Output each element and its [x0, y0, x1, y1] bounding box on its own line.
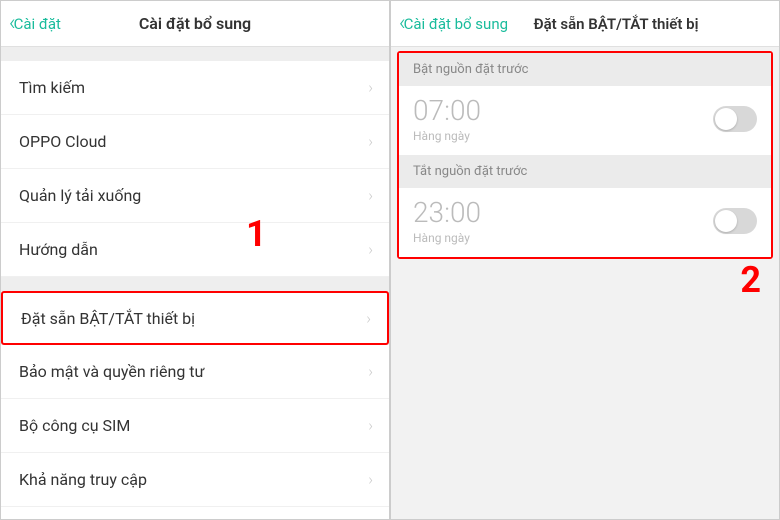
list-item-label: Quản lý tải xuống [19, 186, 141, 205]
section-header-power-on: Bật nguồn đặt trước [399, 53, 771, 86]
back-label: Cài đặt [14, 15, 61, 33]
chevron-right-icon: › [368, 78, 373, 97]
power-on-row[interactable]: 07:00 Hàng ngày [399, 86, 771, 155]
list-item-privacy[interactable]: Bảo mật và quyền riêng tư › [1, 345, 389, 399]
page-title: Đặt sẵn BẬT/TẮT thiết bị [534, 15, 699, 33]
chevron-right-icon: › [366, 309, 371, 328]
power-off-toggle[interactable] [713, 208, 757, 234]
list-item-downloads[interactable]: Quản lý tải xuống › [1, 169, 389, 223]
page-title: Cài đặt bổ sung [139, 14, 251, 33]
list-item-search[interactable]: Tìm kiếm › [1, 61, 389, 115]
time-value: 07:00 [413, 96, 481, 127]
power-off-row[interactable]: 23:00 Hàng ngày [399, 188, 771, 257]
chevron-right-icon: › [368, 132, 373, 151]
highlight-box: Bật nguồn đặt trước 07:00 Hàng ngày Tắt … [397, 51, 773, 259]
time-value: 23:00 [413, 198, 481, 229]
time-info: 23:00 Hàng ngày [413, 198, 481, 245]
screen-additional-settings: ‹ Cài đặt Cài đặt bổ sung Tìm kiếm › OPP… [0, 0, 390, 520]
chevron-right-icon: › [368, 362, 373, 381]
time-repeat: Hàng ngày [413, 129, 481, 143]
list-item-label: Bảo mật và quyền riêng tư [19, 362, 204, 381]
back-button[interactable]: ‹ Cài đặt [1, 1, 69, 46]
list-item-label: Bộ công cụ SIM [19, 416, 130, 435]
toggle-knob [715, 210, 737, 232]
list-item-sim-toolkit[interactable]: Bộ công cụ SIM › [1, 399, 389, 453]
toggle-knob [715, 108, 737, 130]
list-item-oppo-cloud[interactable]: OPPO Cloud › [1, 115, 389, 169]
time-info: 07:00 Hàng ngày [413, 96, 481, 143]
power-on-toggle[interactable] [713, 106, 757, 132]
list-item-label: Đặt sẵn BẬT/TẮT thiết bị [21, 309, 195, 328]
list-item-accessibility[interactable]: Khả năng truy cập › [1, 453, 389, 507]
chevron-right-icon: › [368, 416, 373, 435]
annotation-marker-2: 2 [740, 259, 761, 301]
list-item-scheduled-power[interactable]: Đặt sẵn BẬT/TẮT thiết bị › [1, 291, 389, 345]
list-item-label: Hướng dẫn [19, 240, 98, 259]
spacer [1, 277, 389, 291]
header: ‹ Cài đặt Cài đặt bổ sung [1, 1, 389, 47]
list-item-guide[interactable]: Hướng dẫn › [1, 223, 389, 277]
spacer [1, 47, 389, 61]
screen-scheduled-power: ‹ Cài đặt bổ sung Đặt sẵn BẬT/TẮT thiết … [390, 0, 780, 520]
settings-list: Tìm kiếm › OPPO Cloud › Quản lý tải xuốn… [1, 61, 389, 520]
list-item-developer[interactable]: Tùy chọn nhà phát triển › [1, 507, 389, 520]
chevron-right-icon: › [368, 186, 373, 205]
list-item-label: Khả năng truy cập [19, 470, 147, 489]
back-label: Cài đặt bổ sung [404, 15, 508, 33]
time-repeat: Hàng ngày [413, 231, 481, 245]
back-button[interactable]: ‹ Cài đặt bổ sung [391, 1, 516, 46]
chevron-right-icon: › [368, 240, 373, 259]
list-item-label: Tìm kiếm [19, 78, 85, 97]
chevron-right-icon: › [368, 470, 373, 489]
header: ‹ Cài đặt bổ sung Đặt sẵn BẬT/TẮT thiết … [391, 1, 779, 47]
list-item-label: OPPO Cloud [19, 132, 106, 151]
section-header-power-off: Tắt nguồn đặt trước [399, 155, 771, 188]
